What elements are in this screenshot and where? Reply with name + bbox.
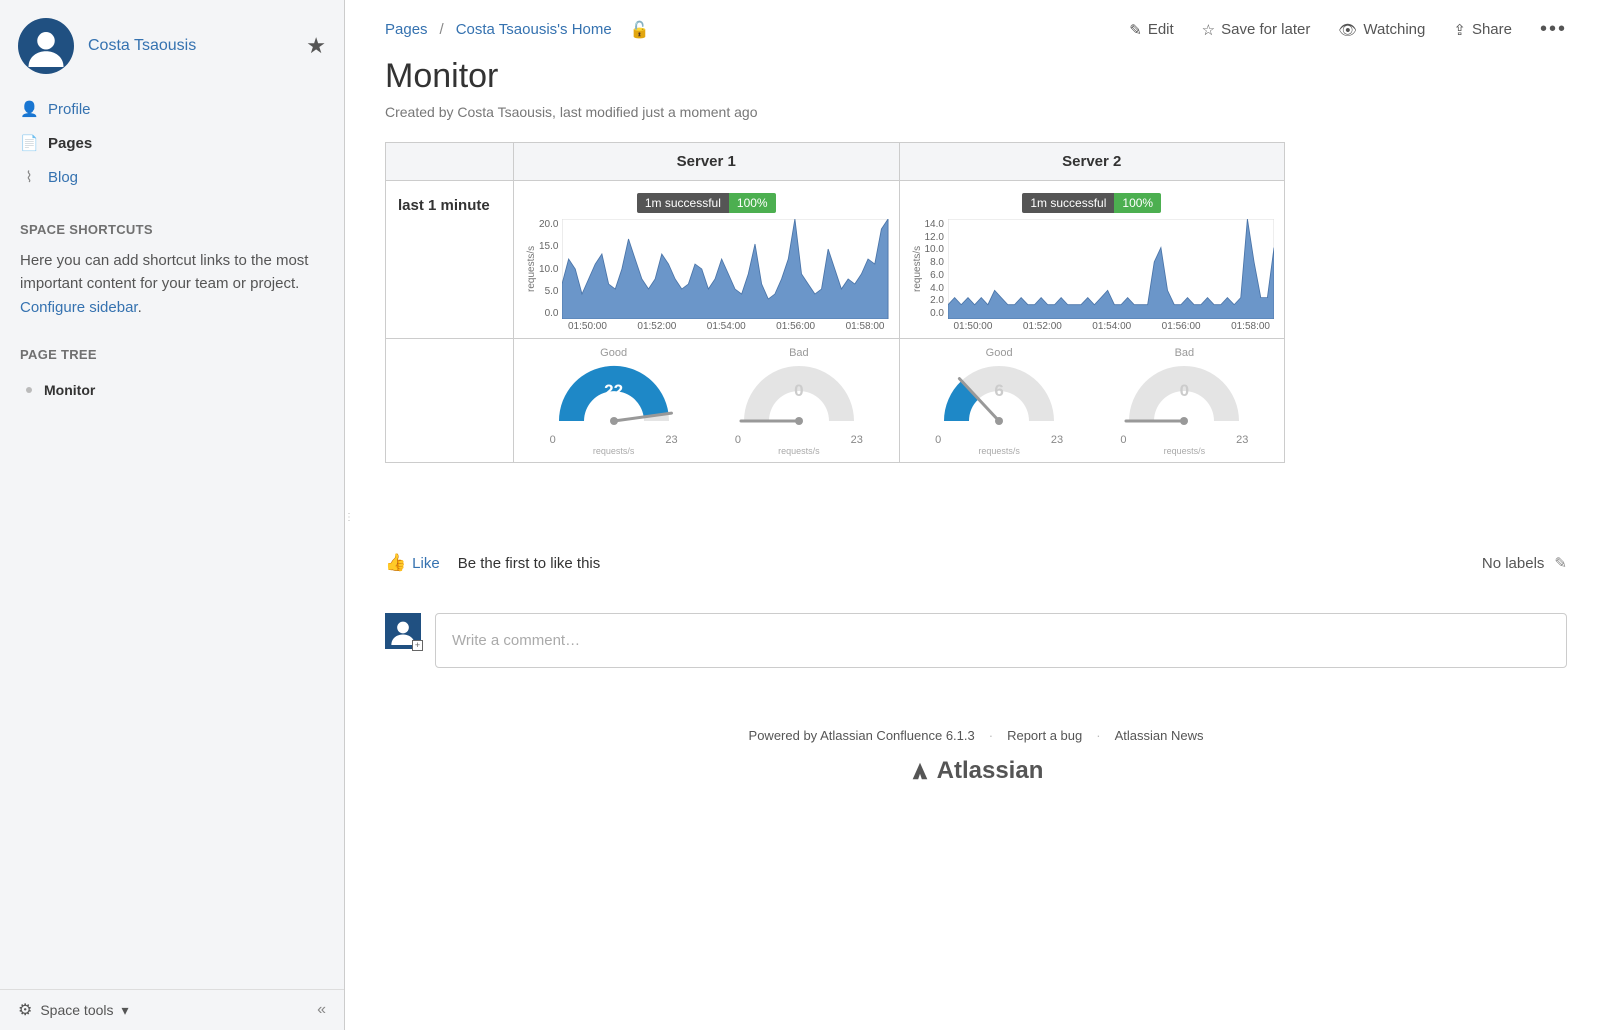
eye-icon: 👁	[1338, 21, 1357, 39]
comment-input[interactable]: Write a comment…	[435, 613, 1567, 668]
cell-gauges-server-1: Good 22 023 requests/s Bad 0 023 request…	[514, 339, 900, 463]
space-header: Costa Tsaousis ★	[0, 0, 344, 86]
space-name-link[interactable]: Costa Tsaousis	[88, 37, 196, 55]
collapse-sidebar-icon[interactable]: «	[317, 1001, 326, 1019]
space-tools-menu[interactable]: Space tools	[40, 1002, 113, 1018]
sidebar-item-pages[interactable]: 📄 Pages	[0, 126, 344, 160]
page-footer: Powered by Atlassian Confluence 6.1.3 · …	[385, 728, 1567, 785]
gauge-value: 0	[729, 381, 869, 401]
atlassian-logo[interactable]: Atlassian	[385, 757, 1567, 785]
like-prompt: Be the first to like this	[458, 555, 601, 572]
pages-icon: 📄	[20, 134, 38, 152]
chart-ylabel: requests/s	[910, 219, 925, 319]
tree-item-monitor[interactable]: Monitor	[20, 376, 324, 404]
page-labels: No labels ✎	[1482, 554, 1567, 572]
thumbs-up-icon: 👍	[385, 553, 406, 573]
chart-xaxis: 01:50:0001:52:0001:54:0001:56:0001:58:00	[524, 319, 889, 332]
pencil-icon: ✎	[1129, 21, 1142, 39]
row-header-empty	[386, 339, 514, 463]
page-tree: Monitor	[0, 370, 344, 410]
chart-ylabel: requests/s	[524, 219, 539, 319]
row-gauges: Good 22 023 requests/s Bad 0 023 request…	[386, 339, 1285, 463]
gear-icon: ⚙	[18, 1000, 32, 1020]
status-badge-label: 1m successful	[637, 193, 729, 213]
gauge-value: 22	[544, 381, 684, 401]
share-button[interactable]: ⇪Share	[1453, 21, 1512, 39]
rss-icon: ⌇	[20, 168, 38, 186]
row-header: last 1 minute	[386, 181, 514, 339]
gauge-title: Good	[929, 347, 1069, 359]
page-tree-heading: PAGE TREE	[0, 329, 344, 370]
cell-gauges-server-2: Good 6 023 requests/s Bad 0 023 requests…	[899, 339, 1285, 463]
gauge-good: Good 6 023 requests/s	[929, 347, 1069, 456]
shortcuts-help: Here you can add shortcut links to the m…	[0, 245, 344, 329]
monitor-table: Server 1 Server 2 last 1 minute 1m succe…	[385, 142, 1285, 463]
footer-powered: Powered by Atlassian Confluence 6.1.3	[749, 728, 975, 743]
col-server-1: Server 1	[514, 143, 900, 181]
breadcrumb-pages[interactable]: Pages	[385, 21, 428, 38]
page-byline: Created by Costa Tsaousis, last modified…	[385, 104, 1567, 120]
gauge-bad: Bad 0 023 requests/s	[1114, 347, 1254, 456]
sidebar-footer: ⚙ Space tools ▾ «	[0, 989, 344, 1030]
edit-button[interactable]: ✎Edit	[1129, 21, 1173, 39]
edit-labels-icon[interactable]: ✎	[1554, 554, 1567, 572]
chart-yaxis: 20.015.010.05.00.0	[539, 219, 562, 319]
gauge-good: Good 22 023 requests/s	[544, 347, 684, 456]
footer-report-bug[interactable]: Report a bug	[1007, 728, 1082, 743]
watch-button[interactable]: 👁Watching	[1338, 21, 1425, 39]
main-content: Pages / Costa Tsaousis's Home 🔓 ✎Edit ☆S…	[345, 0, 1607, 1030]
gauge-value: 6	[929, 381, 1069, 401]
star-icon[interactable]: ★	[306, 33, 326, 59]
bullet-icon	[26, 387, 32, 393]
sidebar-item-label: Pages	[48, 135, 92, 152]
footer-news[interactable]: Atlassian News	[1115, 728, 1204, 743]
configure-sidebar-link[interactable]: Configure sidebar	[20, 299, 138, 316]
sidebar: Costa Tsaousis ★ 👤 Profile 📄 Pages ⌇ Blo…	[0, 0, 345, 1030]
save-for-later-button[interactable]: ☆Save for later	[1202, 21, 1311, 39]
chart-server-2: requests/s 14.012.010.08.06.04.02.00.0	[910, 219, 1275, 319]
breadcrumb-separator: /	[440, 21, 444, 38]
chart-yaxis: 14.012.010.08.06.04.02.00.0	[925, 219, 948, 319]
sidebar-item-label: Profile	[48, 101, 91, 118]
sidebar-item-profile[interactable]: 👤 Profile	[0, 92, 344, 126]
sidebar-item-blog[interactable]: ⌇ Blog	[0, 160, 344, 194]
cell-chart-server-1: 1m successful100% requests/s 20.015.010.…	[514, 181, 900, 339]
row-charts: last 1 minute 1m successful100% requests…	[386, 181, 1285, 339]
sidebar-item-label: Blog	[48, 169, 78, 186]
status-badge-value: 100%	[729, 193, 776, 213]
status-badge-value: 100%	[1114, 193, 1161, 213]
page-title: Monitor	[385, 57, 1567, 96]
page-actions: ✎Edit ☆Save for later 👁Watching ⇪Share •…	[1129, 18, 1567, 41]
star-outline-icon: ☆	[1202, 21, 1215, 39]
gauge-value: 0	[1114, 381, 1254, 401]
chart-xaxis: 01:50:0001:52:0001:54:0001:56:0001:58:00	[910, 319, 1275, 332]
user-icon: 👤	[20, 100, 38, 118]
chart-server-1: requests/s 20.015.010.05.00.0	[524, 219, 889, 319]
gauge-title: Bad	[729, 347, 869, 359]
breadcrumb-home[interactable]: Costa Tsaousis's Home	[456, 21, 612, 38]
breadcrumb: Pages / Costa Tsaousis's Home 🔓 ✎Edit ☆S…	[385, 18, 1567, 41]
monitor-corner	[386, 143, 514, 181]
sidebar-nav: 👤 Profile 📄 Pages ⌇ Blog	[0, 86, 344, 204]
col-server-2: Server 2	[899, 143, 1285, 181]
more-menu-icon[interactable]: •••	[1540, 18, 1567, 41]
gauge-title: Bad	[1114, 347, 1254, 359]
share-icon: ⇪	[1453, 21, 1466, 39]
add-comment-badge-icon: +	[412, 640, 423, 651]
gauge-title: Good	[544, 347, 684, 359]
status-badge-label: 1m successful	[1022, 193, 1114, 213]
space-avatar[interactable]	[18, 18, 74, 74]
like-row: 👍 Like Be the first to like this No labe…	[385, 553, 1567, 573]
shortcuts-heading: SPACE SHORTCUTS	[0, 204, 344, 245]
sidebar-resize-handle[interactable]: ⋮	[344, 515, 348, 543]
chevron-down-icon: ▾	[122, 1002, 129, 1019]
comment-avatar[interactable]: +	[385, 613, 421, 649]
cell-chart-server-2: 1m successful100% requests/s 14.012.010.…	[899, 181, 1285, 339]
unlock-icon[interactable]: 🔓	[630, 20, 650, 40]
no-labels-text: No labels	[1482, 555, 1545, 572]
tree-item-label: Monitor	[44, 382, 95, 398]
gauge-bad: Bad 0 023 requests/s	[729, 347, 869, 456]
like-button[interactable]: 👍 Like	[385, 553, 440, 573]
comment-row: + Write a comment…	[385, 613, 1567, 668]
